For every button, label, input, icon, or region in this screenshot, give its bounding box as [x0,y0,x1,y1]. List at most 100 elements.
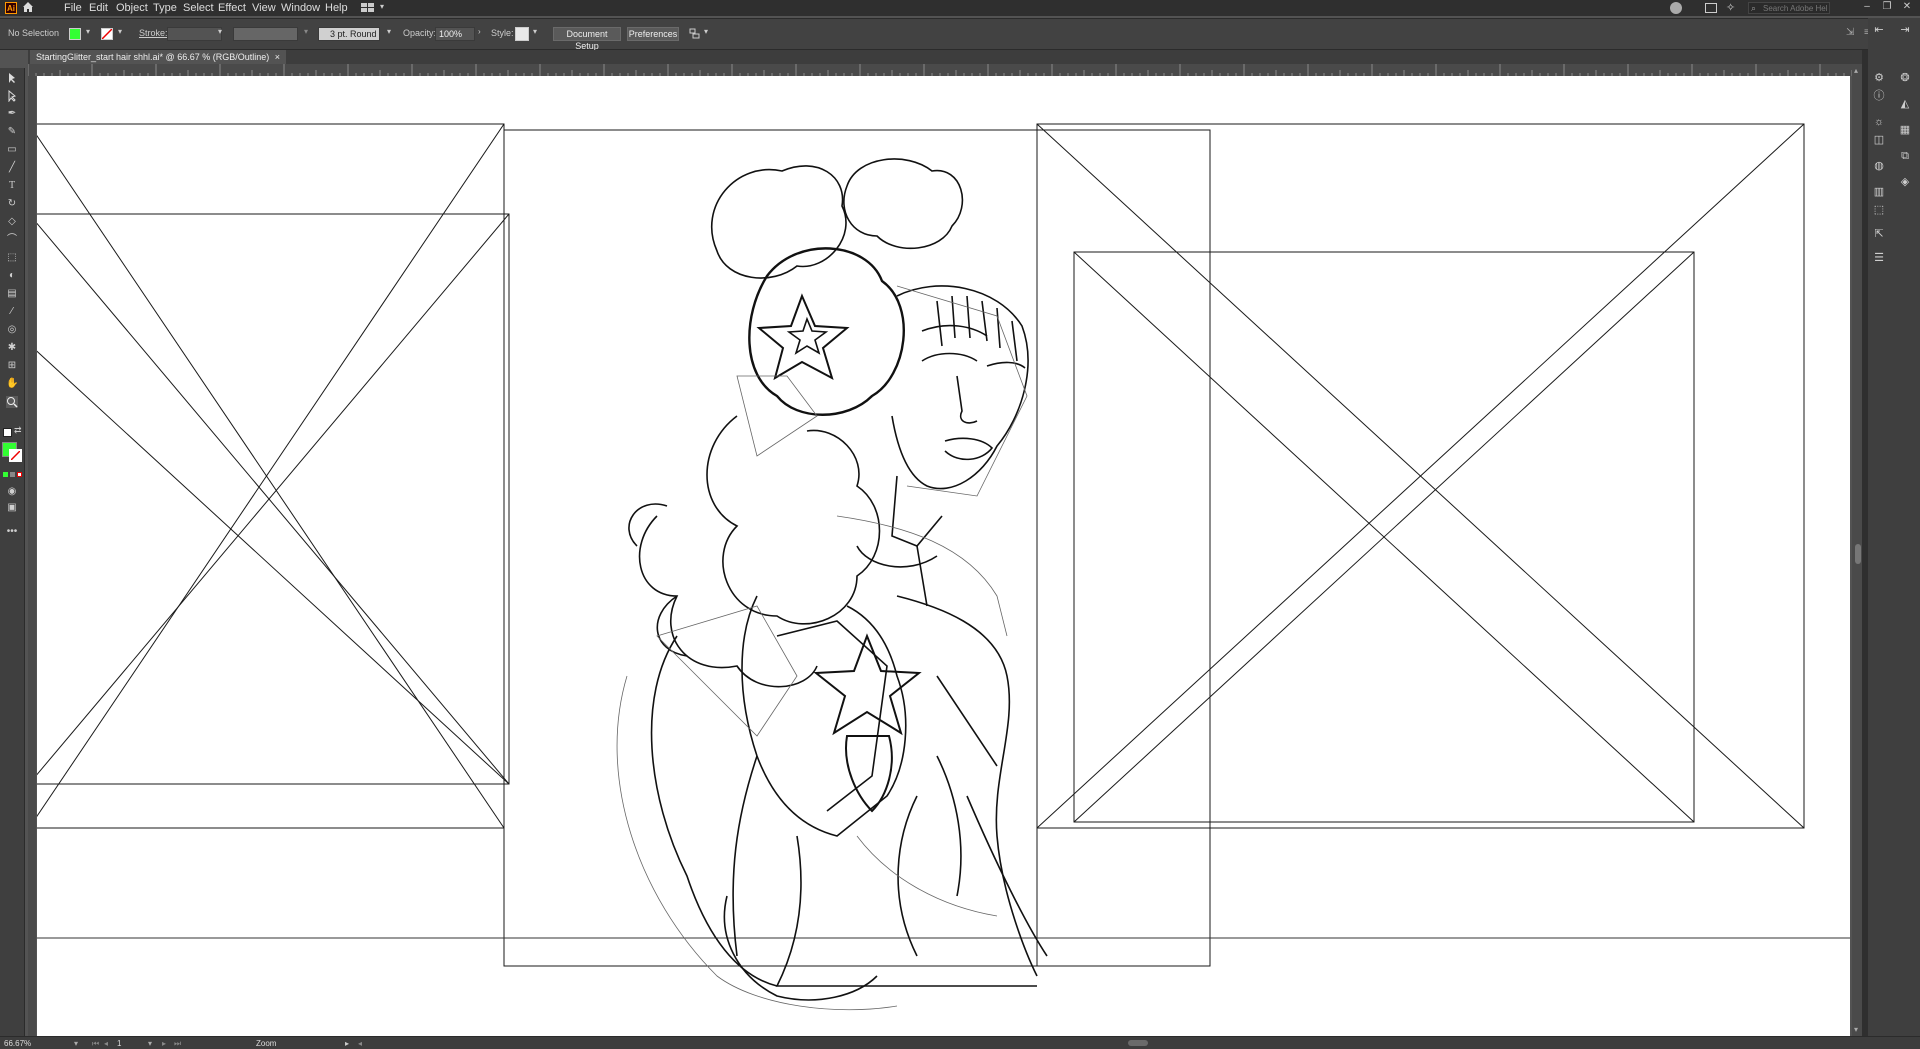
align-panel-icon[interactable]: ▥ [1872,186,1886,198]
minimize-icon[interactable]: – [1860,0,1874,14]
vertical-scroll-thumb[interactable] [1855,544,1861,564]
appearance-panel-icon[interactable]: ☼ [1872,116,1886,128]
arrange-documents-icon[interactable] [1705,3,1717,13]
menu-type[interactable]: Type [153,0,177,16]
left-placeholder-frame-b[interactable] [37,213,510,785]
stroke-color-box[interactable] [9,449,22,462]
edit-toolbar-icon[interactable]: ••• [6,526,18,538]
swatches-panel-icon[interactable]: ▦ [1898,124,1912,136]
scroll-up-icon[interactable]: ▴ [1854,66,1858,75]
status-menu-arrow-icon[interactable]: ▸ [345,1038,349,1049]
horizontal-ruler[interactable] [28,64,1860,76]
menu-select[interactable]: Select [183,0,214,16]
close-window-icon[interactable]: ✕ [1900,0,1914,14]
export-panel-icon[interactable]: ⇱ [1872,228,1886,240]
menu-effect[interactable]: Effect [218,0,246,16]
eraser-tool-icon[interactable]: ◇ [6,216,18,228]
workspace-switcher-icon[interactable] [361,2,375,13]
previous-artboard-icon[interactable]: ◂ [104,1038,108,1049]
style-chevron-icon[interactable]: ▾ [533,27,537,36]
rotate-tool-icon[interactable]: ↻ [6,198,18,210]
blend-tool-icon[interactable]: ◎ [6,324,18,336]
swap-fill-stroke-icon[interactable]: ⇄ [14,425,22,436]
info-panel-icon[interactable]: ⓘ [1872,90,1886,102]
left-placeholder-frame-a[interactable] [37,123,505,829]
close-tab-icon[interactable]: × [275,50,280,64]
opacity-arrow-icon[interactable]: › [478,27,481,36]
width-tool-icon[interactable]: ⌒ [6,234,18,246]
fill-dropdown-chevron-icon[interactable]: ▾ [86,27,90,36]
gradient-panel-icon[interactable]: ◭ [1898,98,1912,110]
color-panel-icon[interactable]: ⚙ [1872,72,1886,84]
collapse-control-panel-icon[interactable]: ⇲ [1846,27,1854,38]
curvature-tool-icon[interactable]: ✎ [6,126,18,138]
gradient-mode-icon[interactable] [10,472,15,477]
chevron-down-icon[interactable]: ▾ [380,2,384,11]
fill-swatch[interactable] [69,28,81,40]
menu-edit[interactable]: Edit [89,0,108,16]
search-field[interactable]: ⌕ Search Adobe Help [1748,2,1830,14]
scroll-down-icon[interactable]: ▾ [1854,1025,1858,1034]
stroke-weight-field[interactable] [167,27,222,41]
vertical-ruler[interactable] [28,76,36,1036]
first-artboard-icon[interactable]: ⏮ [92,1038,99,1049]
artboard-number[interactable]: 1 [117,1038,121,1049]
eyedropper-tool-icon[interactable]: ⁄ [6,306,18,318]
menu-file[interactable]: File [64,0,82,16]
none-mode-icon[interactable] [17,472,22,477]
profile-chevron-icon[interactable]: ▾ [304,27,308,36]
brush-chevron-icon[interactable]: ▾ [387,27,391,36]
menu-window[interactable]: Window [281,0,320,16]
graphic-styles-panel-icon[interactable]: ◫ [1872,134,1886,146]
properties-panel-icon[interactable]: ☰ [1872,252,1886,264]
stroke-label[interactable]: Stroke: [139,28,168,38]
menu-help[interactable]: Help [325,0,348,16]
default-fill-stroke-icon[interactable] [3,428,12,437]
restore-icon[interactable]: ❐ [1880,0,1894,14]
right-narrow-frame[interactable] [1036,129,1211,967]
stroke-swatch[interactable] [101,28,113,40]
zoom-chevron-icon[interactable]: ▾ [74,1038,78,1049]
horizontal-scroll-left-icon[interactable]: ◂ [358,1038,362,1049]
selection-tool-icon[interactable] [6,72,18,84]
type-tool-icon[interactable]: T [6,180,18,192]
brushes-panel-icon[interactable]: ❂ [1898,72,1912,84]
stroke-weight-chevron-icon[interactable]: ▾ [218,27,222,36]
brush-definition-field[interactable]: 3 pt. Round [318,27,380,41]
arrange-chevron-icon[interactable]: ▾ [704,27,708,36]
last-artboard-icon[interactable]: ⏭ [174,1038,181,1049]
user-avatar-icon[interactable] [1670,2,1682,14]
horizontal-scroll-thumb[interactable] [1128,1040,1148,1046]
transform-panel-icon[interactable]: ⬚ [1872,204,1886,216]
zoom-level[interactable]: 66.67% [4,1038,31,1049]
menu-object[interactable]: Object [116,0,148,16]
symbol-sprayer-tool-icon[interactable]: ✱ [6,342,18,354]
layers-panel-icon[interactable]: ◈ [1898,176,1912,188]
shape-builder-tool-icon[interactable]: ◐ [6,270,18,282]
stroke-dropdown-chevron-icon[interactable]: ▾ [118,27,122,36]
hand-tool-icon[interactable]: ✋ [6,378,18,390]
screen-mode-icon[interactable]: ▣ [6,502,18,514]
menu-view[interactable]: View [252,0,276,16]
pathfinder-panel-icon[interactable]: ⧉ [1898,150,1912,162]
variable-width-profile[interactable] [233,27,298,41]
arrange-options-icon[interactable] [689,28,701,40]
direct-selection-tool-icon[interactable] [6,89,18,103]
color-mode-icon[interactable] [3,472,8,477]
draw-mode-icon[interactable]: ◉ [6,486,18,498]
artboard-tool-icon[interactable]: ⊞ [6,360,18,372]
artboard-chevron-icon[interactable]: ▾ [148,1038,152,1049]
expand-panels-icon[interactable]: ⇥ [1898,24,1912,36]
collapse-panels-icon[interactable]: ⇤ [1872,24,1886,36]
next-artboard-icon[interactable]: ▸ [162,1038,166,1049]
lightbulb-icon[interactable]: ✧ [1726,1,1735,14]
zoom-tool-icon[interactable] [6,396,18,408]
rectangle-tool-icon[interactable]: ▭ [6,144,18,156]
free-transform-tool-icon[interactable]: ⬚ [6,252,18,264]
home-icon[interactable] [22,1,34,13]
gradient-tool-icon[interactable]: ▤ [6,288,18,300]
paintbrush-tool-icon[interactable]: ╱ [6,162,18,174]
transparency-panel-icon[interactable]: ◍ [1872,160,1886,172]
document-setup-button[interactable]: Document Setup [553,27,621,51]
pen-tool-icon[interactable]: ✒ [6,108,18,120]
